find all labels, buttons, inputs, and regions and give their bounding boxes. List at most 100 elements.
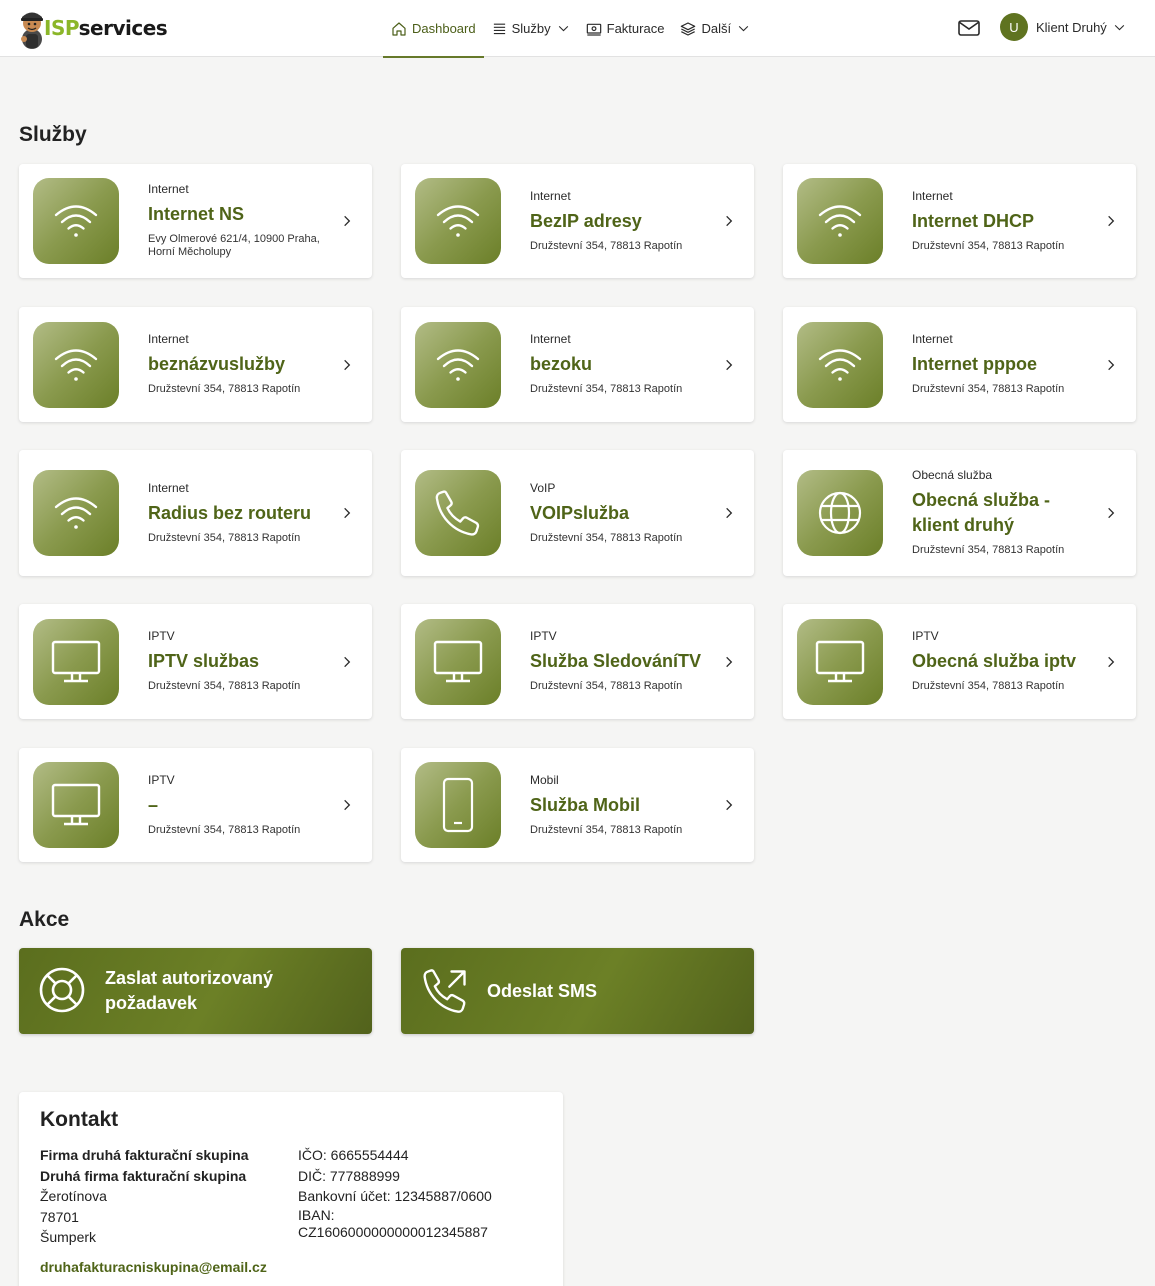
service-icon-tile xyxy=(797,321,883,408)
service-icon-tile xyxy=(33,470,119,556)
nav-dashboard[interactable]: Dashboard xyxy=(383,0,484,58)
contact-company-2: Druhá firma fakturační skupina xyxy=(40,1167,247,1184)
service-category: Internet xyxy=(530,189,571,203)
service-category: IPTV xyxy=(912,629,939,643)
service-name: Obecná služba - klient druhý xyxy=(912,490,1051,535)
service-name: Radius bez routeru xyxy=(148,503,312,523)
home-icon xyxy=(392,21,406,36)
mobile-icon xyxy=(442,777,474,833)
service-address: Družstevní 354, 78813 Rapotín xyxy=(148,824,301,836)
service-card[interactable]: IPTV Obecná služba iptv Družstevní 354, 78… xyxy=(783,604,1136,719)
service-category: Internet xyxy=(148,182,189,196)
nav-dalsi-label: Další xyxy=(701,21,732,36)
nav-dashboard-label: Dashboard xyxy=(412,21,476,36)
service-address: Družstevní 354, 78813 Rapotín xyxy=(912,383,1065,395)
service-card[interactable]: Obecná služba Obecná služba - klient druh… xyxy=(783,450,1136,576)
service-icon-tile xyxy=(33,321,119,408)
send-sms-label: Odeslat SMS xyxy=(487,981,598,1001)
service-card[interactable]: Internet Radius bez routeru Družstevní 354… xyxy=(19,450,372,576)
service-category: Internet xyxy=(912,189,953,203)
mascot-icon xyxy=(21,12,43,49)
nav-fakturace[interactable]: Fakturace xyxy=(578,0,673,57)
send-authorized-request-label: Zaslat autorizovaný požadavek xyxy=(105,968,274,1013)
service-address: Družstevní 354, 78813 Rapotín xyxy=(148,680,301,692)
service-name: beznázvuslužby xyxy=(148,354,286,374)
nav-dalsi[interactable]: Další xyxy=(672,0,758,57)
service-icon-tile xyxy=(797,618,883,705)
service-card[interactable]: Internet beznázvuslužby Družstevní 354, 78… xyxy=(19,307,372,422)
chevron-right-icon xyxy=(344,507,351,519)
contact-billing: IČO: 6665554444 DIČ: 777888999 Bankovní … xyxy=(298,1145,492,1241)
user-menu[interactable]: U Klient Druhý xyxy=(1000,13,1126,41)
phone-outgoing-icon xyxy=(423,969,466,1013)
service-card[interactable]: IPTV – Družstevní 354, 78813 Rapotín xyxy=(19,748,372,862)
contact-email-link[interactable]: druhafakturacniskupina@email.cz xyxy=(40,1259,267,1275)
nav-sluzby-label: Služby xyxy=(511,21,551,36)
service-card[interactable]: Internet Internet NS Evy Olmerové 621/4, 1… xyxy=(19,164,372,278)
service-name: IPTV službas xyxy=(148,651,260,671)
service-card[interactable]: IPTV IPTV službas Družstevní 354, 78813 Ra… xyxy=(19,604,372,719)
wifi-icon xyxy=(818,205,862,237)
wifi-icon xyxy=(54,348,98,381)
service-icon-tile xyxy=(415,762,501,848)
contact-title: Kontakt xyxy=(40,1108,119,1131)
contact-address: Firma druhá fakturační skupina Druhá fir… xyxy=(40,1145,249,1248)
service-card[interactable]: IPTV Služba SledováníTV Družstevní 354, 78… xyxy=(401,604,754,719)
send-authorized-request-button[interactable]: Zaslat autorizovaný požadavek xyxy=(19,948,372,1034)
service-category: IPTV xyxy=(148,773,175,787)
services-title: Služby xyxy=(19,123,87,146)
service-card[interactable]: Internet BezIP adresy Družstevní 354, 7881… xyxy=(401,164,754,278)
chevron-down-icon xyxy=(738,25,749,32)
chevron-right-icon xyxy=(726,215,733,227)
contact-company-1: Firma druhá fakturační skupina xyxy=(40,1147,249,1163)
service-icon-tile xyxy=(797,178,883,264)
chevron-right-icon xyxy=(344,656,351,667)
chevron-right-icon xyxy=(344,359,351,370)
service-address: Družstevní 354, 78813 Rapotín xyxy=(912,240,1065,252)
chevron-right-icon xyxy=(1108,215,1115,227)
mail-icon[interactable] xyxy=(957,16,981,40)
chevron-right-icon xyxy=(344,215,351,227)
send-sms-button[interactable]: Odeslat SMS xyxy=(401,948,754,1034)
service-category: Obecná služba xyxy=(912,468,993,482)
service-card[interactable]: Mobil Služba Mobil Družstevní 354, 78813 R… xyxy=(401,748,754,862)
service-name: BezIP adresy xyxy=(530,211,642,231)
service-name: VOIPslužba xyxy=(530,503,630,523)
phone-icon xyxy=(435,490,480,536)
service-name: Obecná služba iptv xyxy=(912,651,1077,671)
contact-dic: DIČ: 777888999 xyxy=(298,1167,400,1184)
service-address: Družstevní 354, 78813 Rapotín xyxy=(912,544,1065,556)
service-card[interactable]: VoIP VOIPslužba Družstevní 354, 78813 Rapo… xyxy=(401,450,754,576)
top-header: ISPservices Dashboard Služby Fakturace D… xyxy=(0,0,1155,58)
chevron-right-icon xyxy=(1108,507,1115,519)
nav-sluzby[interactable]: Služby xyxy=(484,0,578,57)
logo-services-text: services xyxy=(78,16,168,40)
contact-street: Žerotínova xyxy=(40,1188,107,1205)
chevron-down-icon xyxy=(1114,24,1125,30)
service-address: Družstevní 354, 78813 Rapotín xyxy=(530,680,683,692)
service-card[interactable]: Internet bezoku Družstevní 354, 78813 Rapo… xyxy=(401,307,754,422)
service-address: Družstevní 354, 78813 Rapotín xyxy=(530,383,683,395)
service-icon-tile xyxy=(33,618,119,705)
service-name: Internet DHCP xyxy=(912,211,1035,231)
monitor-icon xyxy=(51,640,101,682)
service-icon-tile xyxy=(797,470,883,556)
service-icon-tile xyxy=(415,618,501,705)
service-card[interactable]: Internet Internet DHCP Družstevní 354, 788… xyxy=(783,164,1136,278)
contact-iban: CZ1606000000000012345887 xyxy=(298,1223,488,1240)
service-address: Družstevní 354, 78813 Rapotín xyxy=(530,824,683,836)
billing-icon xyxy=(586,23,601,36)
user-name: Klient Druhý xyxy=(1036,19,1107,35)
contact-iban-label: IBAN: xyxy=(298,1206,335,1223)
wifi-icon xyxy=(54,205,98,237)
service-name: bezoku xyxy=(530,354,593,374)
service-card[interactable]: Internet Internet pppoe Družstevní 354, 78… xyxy=(783,307,1136,422)
monitor-icon xyxy=(815,640,865,682)
wifi-icon xyxy=(54,497,98,529)
avatar: U xyxy=(1000,13,1028,41)
monitor-icon xyxy=(51,783,101,826)
wifi-icon xyxy=(436,205,480,237)
logo[interactable]: ISPservices xyxy=(18,6,168,50)
actions-title: Akce xyxy=(19,908,70,931)
service-name: Služba Mobil xyxy=(530,795,640,815)
